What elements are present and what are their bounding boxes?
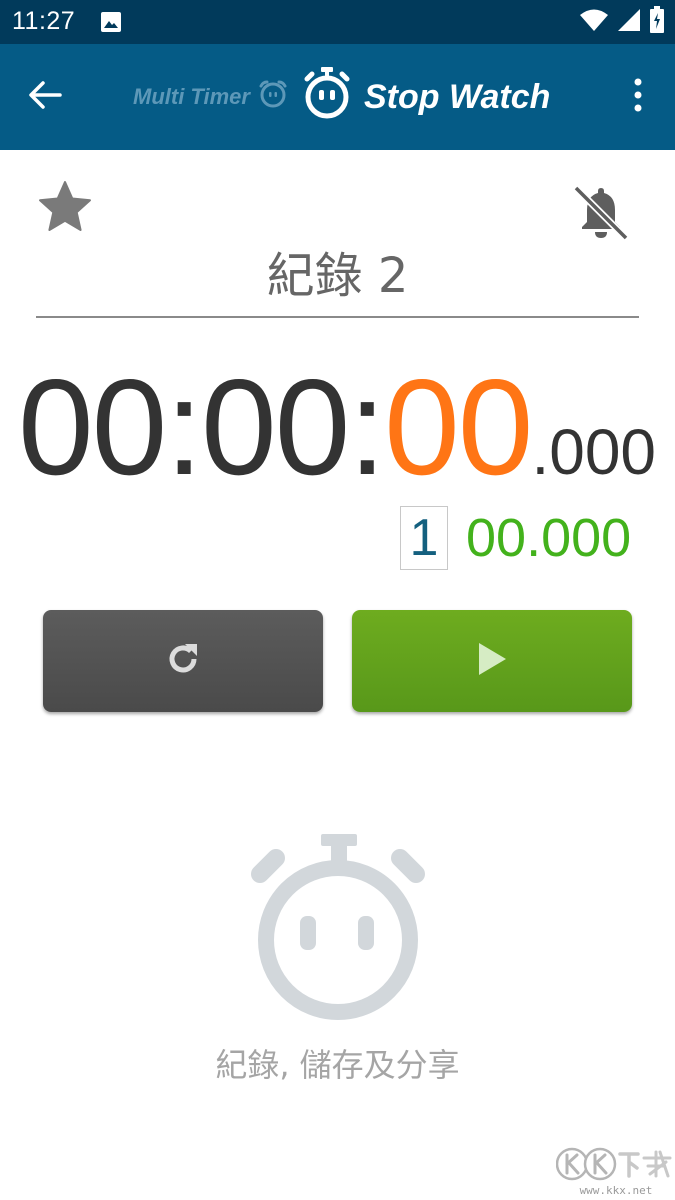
- status-bar: 11:27: [0, 0, 675, 44]
- tab-multi-timer[interactable]: Multi Timer: [133, 74, 288, 120]
- start-button[interactable]: [352, 610, 632, 712]
- alarm-toggle-button[interactable]: [570, 182, 632, 244]
- lap-count-badge: 1: [400, 506, 448, 570]
- time-milliseconds: .000: [531, 416, 656, 488]
- elapsed-time-display: 00:00:00.000: [18, 352, 668, 502]
- time-separator: :: [348, 351, 386, 503]
- favorite-button[interactable]: [36, 178, 94, 236]
- record-name-input[interactable]: 紀錄 2: [36, 240, 639, 312]
- kkx-logo: [556, 1147, 672, 1181]
- tab-multi-timer-label: Multi Timer: [133, 84, 250, 109]
- battery-icon: [649, 6, 665, 38]
- more-vert-icon: [633, 78, 643, 116]
- reset-icon: [163, 639, 203, 683]
- stopwatch-face-icon: [246, 830, 430, 1026]
- back-button[interactable]: [22, 74, 68, 120]
- time-seconds: 00: [384, 351, 533, 503]
- time-minutes: 00: [201, 351, 350, 503]
- empty-state-message: 紀錄, 儲存及分享: [215, 1046, 460, 1084]
- record-name-underline: [36, 316, 639, 318]
- time-hours: 00: [18, 351, 167, 503]
- watermark-url: www.kkx.net: [579, 1184, 653, 1197]
- status-icons: [579, 6, 665, 38]
- stopwatch-icon: [302, 66, 352, 129]
- watermark: www.kkx.net: [556, 1144, 674, 1200]
- reset-button[interactable]: [43, 610, 323, 712]
- status-time: 11:27: [12, 7, 76, 35]
- back-arrow-icon: [28, 80, 62, 114]
- play-icon: [476, 641, 508, 681]
- image-notification-icon: [100, 11, 122, 37]
- signal-icon: [617, 8, 641, 36]
- tab-stopwatch-label: Stop Watch: [364, 77, 551, 116]
- tab-stopwatch[interactable]: Stop Watch: [302, 66, 551, 129]
- stopwatch-screen: 11:27 Multi Timer Stop Watch 紀錄 2 00:00:…: [0, 0, 675, 1200]
- more-options-button[interactable]: [623, 74, 653, 120]
- alarm-clock-icon: [258, 79, 288, 115]
- star-icon: [36, 181, 94, 240]
- wifi-icon: [579, 8, 609, 36]
- app-bar: Multi Timer Stop Watch: [0, 44, 675, 150]
- lap-time: 00.000: [466, 508, 632, 568]
- time-separator: :: [165, 351, 203, 503]
